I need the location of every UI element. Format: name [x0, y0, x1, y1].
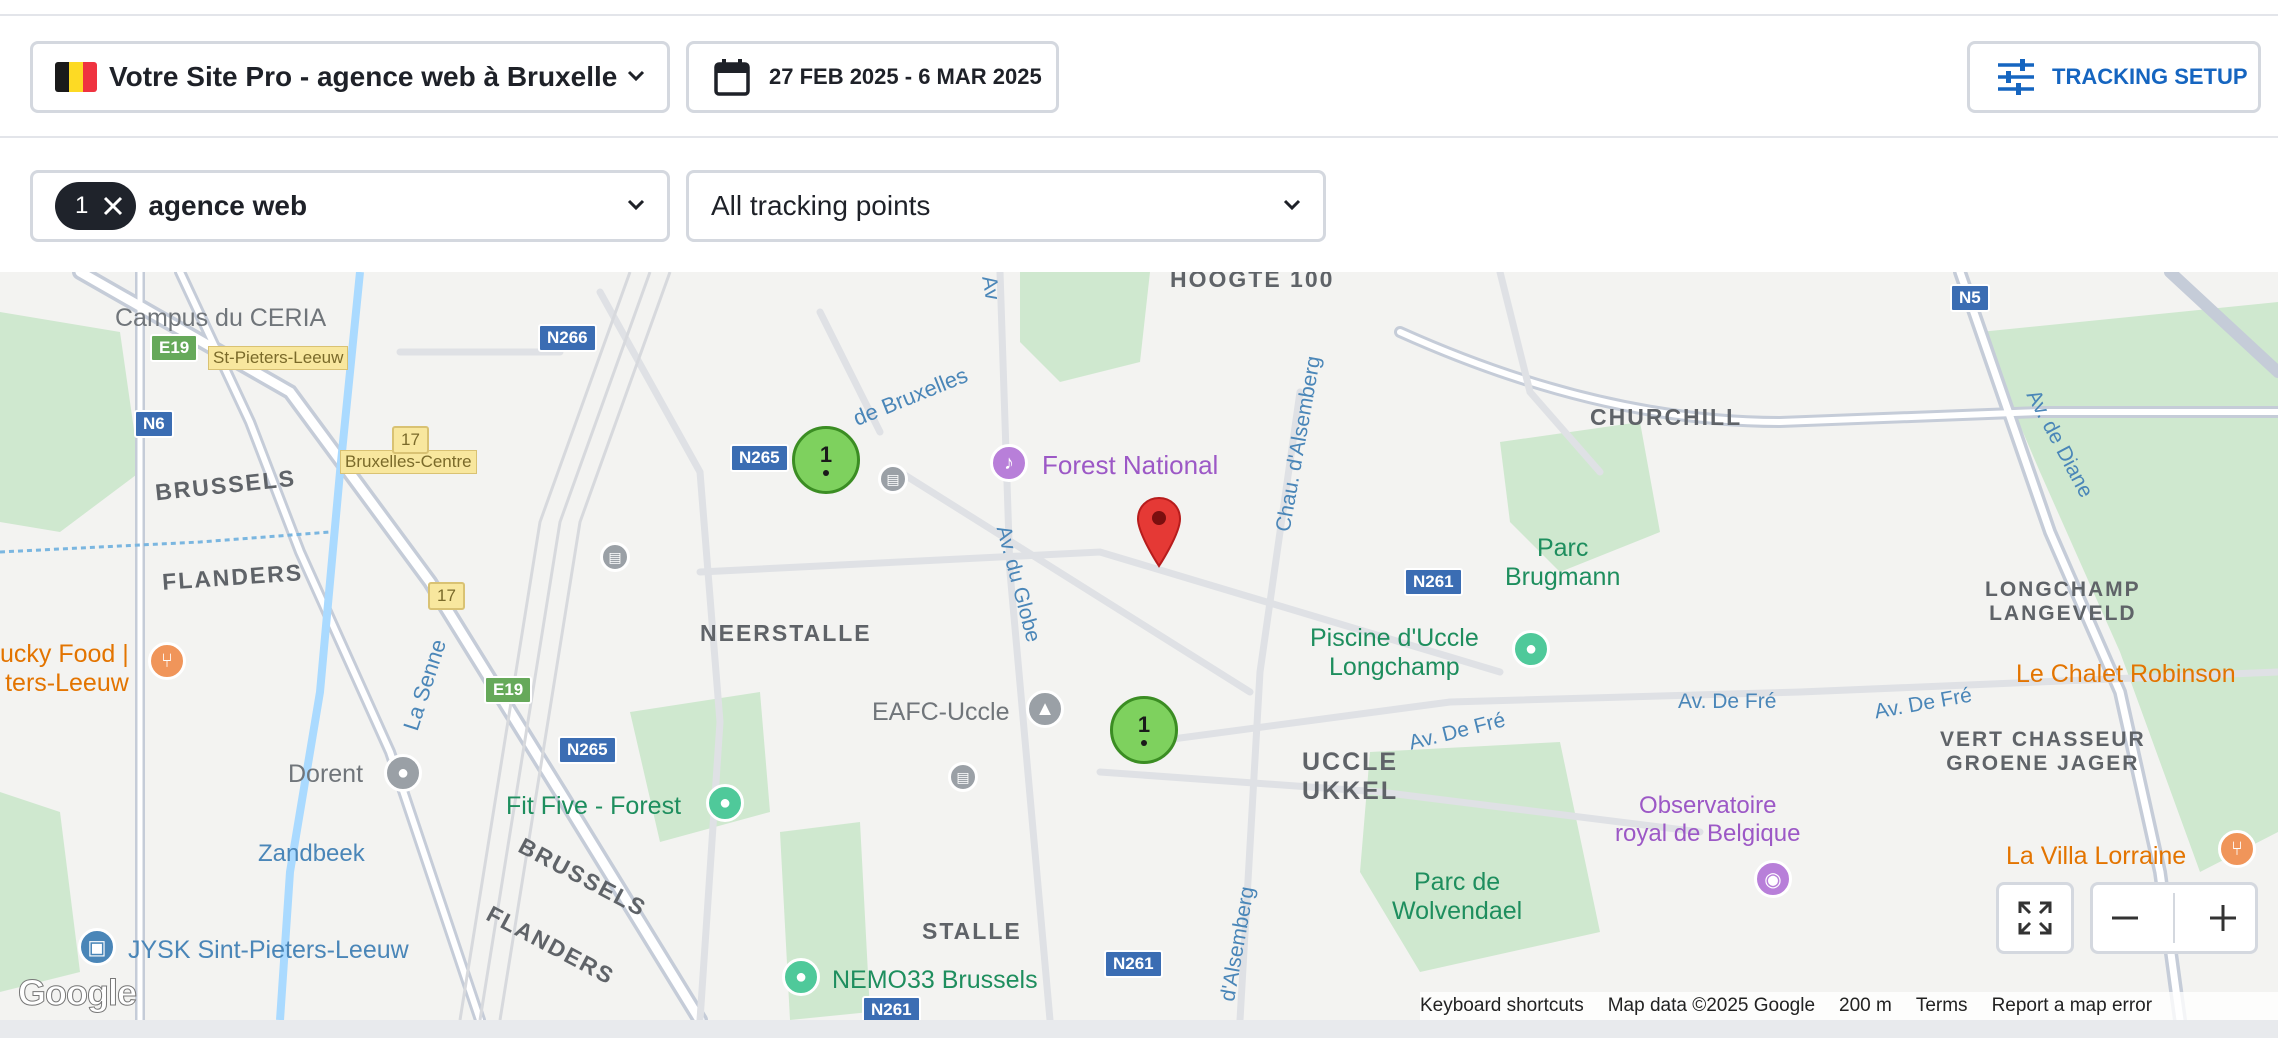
map-label: JYSK Sint-Pieters-Leeuw — [128, 936, 409, 964]
map-label: Observatoire royal de Belgique — [1615, 792, 1801, 847]
map-label: Forest National — [1042, 450, 1219, 480]
rank-marker[interactable]: 1 — [1110, 696, 1178, 764]
chevron-down-icon — [627, 70, 645, 82]
map-data-text: Map data ©2025 Google — [1607, 995, 1816, 1016]
map-label: VERT CHASSEUR GROENE JAGER — [1940, 728, 2146, 775]
site-select[interactable]: Votre Site Pro - agence web à Bruxelle..… — [30, 41, 670, 113]
road-shield: N261 — [862, 996, 921, 1020]
train-icon[interactable]: ▤ — [600, 542, 630, 572]
map-label: St-Pieters-Leeuw — [208, 346, 349, 370]
music-icon[interactable]: ♪ — [990, 444, 1028, 482]
rank-number: 1 — [819, 442, 833, 467]
tracking-points-label: All tracking points — [711, 190, 931, 221]
zoom-out-icon[interactable] — [2110, 903, 2140, 933]
terms-link[interactable]: Terms — [1916, 995, 1968, 1017]
zoom-controls[interactable] — [2090, 882, 2258, 954]
map-label: La Villa Lorraine — [2006, 842, 2187, 870]
camera-icon[interactable]: ◉ — [1754, 860, 1792, 898]
map-label: Parc Brugmann — [1505, 534, 1621, 591]
google-logo: Google — [18, 972, 138, 1014]
map[interactable]: HOOGTE 100 Campus du CERIA St-Pieters-Le… — [0, 272, 2278, 1020]
chevron-down-icon — [627, 199, 645, 211]
tracking-setup-label: TRACKING SETUP — [2052, 64, 2248, 89]
date-range-text: 27 FEB 2025 - 6 MAR 2025 — [769, 64, 1042, 89]
map-label: Campus du CERIA — [115, 304, 327, 332]
close-icon[interactable] — [102, 195, 124, 217]
road-shield: N265 — [730, 444, 789, 472]
report-error-link[interactable]: Report a map error — [1992, 995, 2153, 1017]
site-name: Votre Site Pro - agence web à Bruxelle..… — [109, 61, 619, 92]
map-label: CHURCHILL — [1590, 404, 1743, 430]
date-range-picker[interactable]: 27 FEB 2025 - 6 MAR 2025 — [686, 41, 1059, 113]
rank-number: 1 — [1137, 712, 1151, 737]
calendar-icon — [714, 59, 750, 96]
road-shield: E19 — [484, 676, 533, 704]
road-shield: E19 — [150, 334, 199, 362]
road-shield: 17 — [428, 582, 465, 610]
road-shield: N261 — [1104, 950, 1163, 978]
place-icon[interactable]: ● — [384, 754, 422, 792]
keyword-count: 1 — [75, 192, 89, 219]
map-label: EAFC-Uccle — [872, 698, 1010, 726]
school-icon[interactable]: ▲ — [1026, 690, 1064, 728]
road-shield: N261 — [1404, 568, 1463, 596]
map-label: Dorent — [288, 760, 364, 788]
map-label: Fit Five - Forest — [506, 792, 682, 820]
scale-text[interactable]: 200 m — [1839, 995, 1892, 1017]
map-label: Le Chalet Robinson — [2016, 660, 2236, 688]
map-label: Zandbeek — [258, 840, 365, 867]
bottom-bar — [0, 1020, 2278, 1038]
road-shield: N266 — [538, 324, 597, 352]
top-divider — [0, 0, 2278, 16]
keyword-count-chip[interactable]: 1 — [55, 182, 137, 230]
map-label: UCCLE UKKEL — [1302, 748, 1399, 805]
map-label: NEMO33 Brussels — [832, 966, 1038, 994]
fullscreen-icon — [2018, 901, 2052, 935]
marker-dot — [1141, 740, 1147, 746]
road-shield: N265 — [558, 736, 617, 764]
keyboard-shortcuts-link[interactable]: Keyboard shortcuts — [1420, 995, 1584, 1017]
train-icon[interactable]: ▤ — [948, 762, 978, 792]
restaurant-icon[interactable]: ⑂ — [2218, 830, 2256, 868]
park-icon[interactable]: ● — [706, 784, 744, 822]
map-label: NEERSTALLE — [700, 620, 872, 646]
keyword-label: agence web — [148, 190, 308, 221]
tracking-setup-button[interactable]: TRACKING SETUP — [1967, 41, 2261, 113]
road-shield: N6 — [134, 410, 174, 438]
map-label: Parc de Wolvendael — [1392, 868, 1523, 925]
shop-icon[interactable]: ▣ — [78, 928, 116, 966]
road-shield: N5 — [1950, 284, 1990, 312]
park-icon[interactable]: ● — [782, 958, 820, 996]
fullscreen-button[interactable] — [1996, 882, 2074, 954]
zoom-in-icon[interactable] — [2208, 903, 2238, 933]
map-label: STALLE — [922, 918, 1022, 944]
location-pin-icon[interactable] — [1136, 496, 1182, 568]
chevron-down-icon — [1283, 199, 1301, 211]
filter-bar: 1 agence web All tracking points — [0, 138, 2278, 272]
keyword-select[interactable]: 1 agence web — [30, 170, 670, 242]
map-label: Piscine d'Uccle Longchamp — [1310, 624, 1479, 681]
pool-icon[interactable]: ● — [1512, 630, 1550, 668]
toolbar: Votre Site Pro - agence web à Bruxelle..… — [0, 16, 2278, 138]
restaurant-icon[interactable]: ⑂ — [148, 642, 186, 680]
rank-marker[interactable]: 1 — [792, 426, 860, 494]
map-label: Av. De Fré — [1678, 690, 1777, 713]
map-base — [0, 272, 2278, 1020]
map-label: HOOGTE 100 — [1170, 272, 1335, 292]
road-shield: 17 — [392, 426, 429, 454]
divider — [2172, 893, 2175, 943]
sliders-icon — [1998, 59, 2034, 95]
map-label: ucky Food | ters-Leeuw — [0, 640, 129, 697]
map-label: LONGCHAMP LANGEVELD — [1985, 578, 2141, 625]
tracking-points-select[interactable]: All tracking points — [686, 170, 1326, 242]
train-icon[interactable]: ▤ — [878, 464, 908, 494]
map-label: Av — [977, 274, 1004, 302]
marker-dot — [823, 470, 829, 476]
map-attribution: Keyboard shortcuts Map data ©2025 Google… — [1420, 992, 2278, 1020]
belgium-flag-icon — [55, 62, 97, 92]
